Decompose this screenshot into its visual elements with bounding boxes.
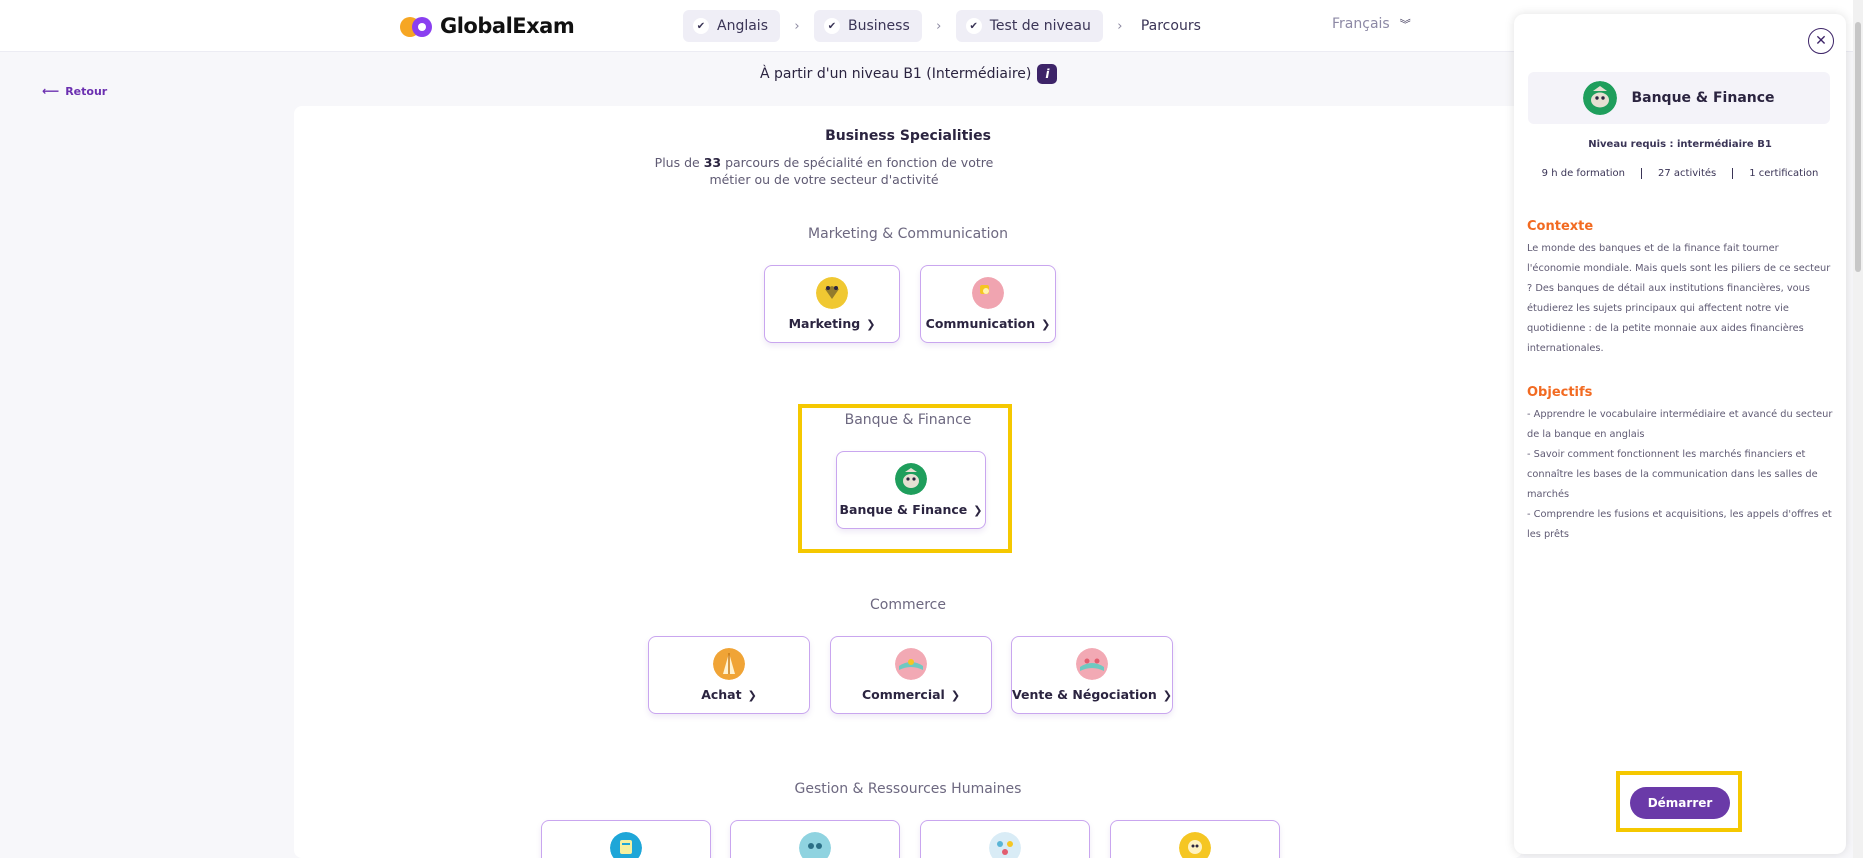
- card-label: Communication ❯: [921, 316, 1055, 331]
- back-label: Retour: [65, 84, 108, 98]
- card-label-text: Marketing: [788, 316, 861, 331]
- highlight-box: [1616, 771, 1742, 832]
- gestion-icon: [610, 832, 642, 858]
- achat-icon: [713, 648, 745, 680]
- section-label-gestion: Gestion & Ressources Humaines: [794, 781, 1022, 797]
- check-icon: ✔: [965, 18, 982, 34]
- close-icon[interactable]: ✕: [1808, 28, 1834, 54]
- check-icon: ✔: [824, 18, 840, 34]
- vente-negociation-icon: [1076, 648, 1108, 680]
- chevron-right-icon: ❯: [747, 689, 757, 702]
- communication-icon: [972, 277, 1004, 309]
- chevron-right-icon: ›: [936, 18, 942, 34]
- chevron-right-icon: ❯: [973, 504, 983, 517]
- gestion-icon: [1179, 832, 1211, 858]
- subtitle-pre: Plus de: [654, 155, 704, 170]
- card-communication[interactable]: Communication ❯: [920, 265, 1056, 343]
- card-gestion-3[interactable]: [920, 820, 1090, 858]
- scrollbar-thumb[interactable]: [1855, 22, 1861, 272]
- subtitle-count: 33: [703, 155, 722, 170]
- breadcrumb: ✔ Anglais › ✔ Business › ✔ Test de nivea…: [683, 10, 1205, 42]
- objectives-heading: Objectifs: [1527, 385, 1593, 400]
- language-label: Français: [1332, 16, 1390, 32]
- panel-subtitle: Plus de 33 parcours de spécialité en fon…: [654, 154, 994, 188]
- banque-finance-icon: [1583, 81, 1618, 115]
- language-selector[interactable]: Français ︾: [1332, 16, 1411, 32]
- card-achat[interactable]: Achat ❯: [648, 636, 810, 714]
- card-label: Banque & Finance ❯: [837, 502, 985, 517]
- stat-certification: 1 certification: [1732, 168, 1834, 179]
- card-label-text: Vente & Négociation: [1012, 687, 1157, 702]
- card-label-text: Communication: [925, 316, 1036, 331]
- required-level: Niveau requis : intermédiaire B1: [1588, 139, 1772, 150]
- card-label-text: Commercial: [861, 687, 945, 702]
- card-label-text: Banque & Finance: [839, 502, 968, 517]
- card-commercial[interactable]: Commercial ❯: [830, 636, 992, 714]
- drawer-title: Banque & Finance: [1631, 90, 1775, 106]
- crumb-anglais[interactable]: ✔ Anglais: [683, 10, 780, 42]
- banque-finance-icon: [895, 463, 927, 495]
- stat-activities: 27 activités: [1641, 168, 1732, 179]
- stat-duration: 9 h de formation: [1541, 168, 1626, 179]
- crumb-business[interactable]: ✔ Business: [814, 10, 922, 42]
- level-label: À partir d'un niveau B1 (Intermédiaire): [760, 66, 1032, 82]
- marketing-icon: [816, 277, 848, 309]
- section-label-commerce: Commerce: [870, 597, 946, 613]
- objective-item: - Savoir comment fonctionnent les marché…: [1527, 449, 1818, 500]
- card-gestion-2[interactable]: [730, 820, 900, 858]
- crumb-label: Business: [848, 18, 910, 34]
- card-label: Achat ❯: [649, 687, 809, 702]
- objective-item: - Apprendre le vocabulaire intermédiaire…: [1527, 409, 1833, 440]
- chevron-right-icon: ❯: [950, 689, 961, 702]
- logo-icon: [400, 14, 436, 38]
- chevron-down-icon: ︾: [1399, 18, 1411, 31]
- panel-title: Business Specialities: [825, 128, 991, 144]
- card-banque-finance[interactable]: Banque & Finance ❯: [836, 451, 986, 529]
- card-label: Commercial ❯: [831, 687, 991, 702]
- card-marketing[interactable]: Marketing ❯: [764, 265, 900, 343]
- context-text: Le monde des banques et de la finance fa…: [1527, 243, 1831, 354]
- chevron-right-icon: ›: [1117, 18, 1123, 34]
- level-indicator: À partir d'un niveau B1 (Intermédiaire) …: [760, 63, 1058, 85]
- card-gestion-1[interactable]: [541, 820, 711, 858]
- context-heading: Contexte: [1527, 219, 1594, 234]
- crumb-label: Test de niveau: [989, 18, 1091, 34]
- globalexam-logo[interactable]: GlobalExam: [400, 12, 575, 40]
- logo-text: GlobalExam: [440, 14, 575, 38]
- section-label-banque: Banque & Finance: [844, 412, 972, 428]
- card-gestion-4[interactable]: [1110, 820, 1280, 858]
- card-vente-negociation[interactable]: Vente & Négociation ❯: [1011, 636, 1173, 714]
- subtitle-post: parcours de spécialité en fonction de vo…: [709, 155, 994, 187]
- objectives-list: - Apprendre le vocabulaire intermédiaire…: [1527, 405, 1833, 545]
- info-icon[interactable]: i: [1037, 64, 1058, 84]
- gestion-icon: [989, 832, 1021, 858]
- card-label: Marketing ❯: [765, 316, 899, 331]
- drawer-header: Banque & Finance: [1528, 72, 1830, 124]
- chevron-right-icon: ›: [794, 18, 800, 34]
- section-label-marketing: Marketing & Communication: [808, 226, 1008, 242]
- chevron-right-icon: ❯: [1162, 689, 1172, 702]
- arrow-left-icon: ⟵: [42, 84, 60, 98]
- gestion-icon: [799, 832, 831, 858]
- card-label-text: Achat: [701, 687, 742, 702]
- course-stats: 9 h de formation 27 activités 1 certific…: [1514, 168, 1846, 179]
- crumb-label: Anglais: [717, 18, 768, 34]
- specialities-panel: Business Specialities Plus de 33 parcour…: [294, 106, 1522, 858]
- card-label: Vente & Négociation ❯: [1012, 687, 1172, 702]
- scrollbar[interactable]: [1853, 0, 1863, 858]
- detail-drawer: ✕ Banque & Finance Niveau requis : inter…: [1514, 14, 1846, 854]
- chevron-right-icon: ❯: [1041, 318, 1051, 331]
- chevron-right-icon: ❯: [866, 318, 876, 331]
- commercial-icon: [895, 648, 927, 680]
- crumb-parcours: Parcours: [1140, 18, 1201, 34]
- check-icon: ✔: [693, 18, 709, 34]
- back-link[interactable]: ⟵ Retour: [42, 84, 107, 98]
- objective-item: - Comprendre les fusions et acquisitions…: [1527, 509, 1832, 540]
- crumb-test-de-niveau[interactable]: ✔ Test de niveau: [955, 10, 1103, 42]
